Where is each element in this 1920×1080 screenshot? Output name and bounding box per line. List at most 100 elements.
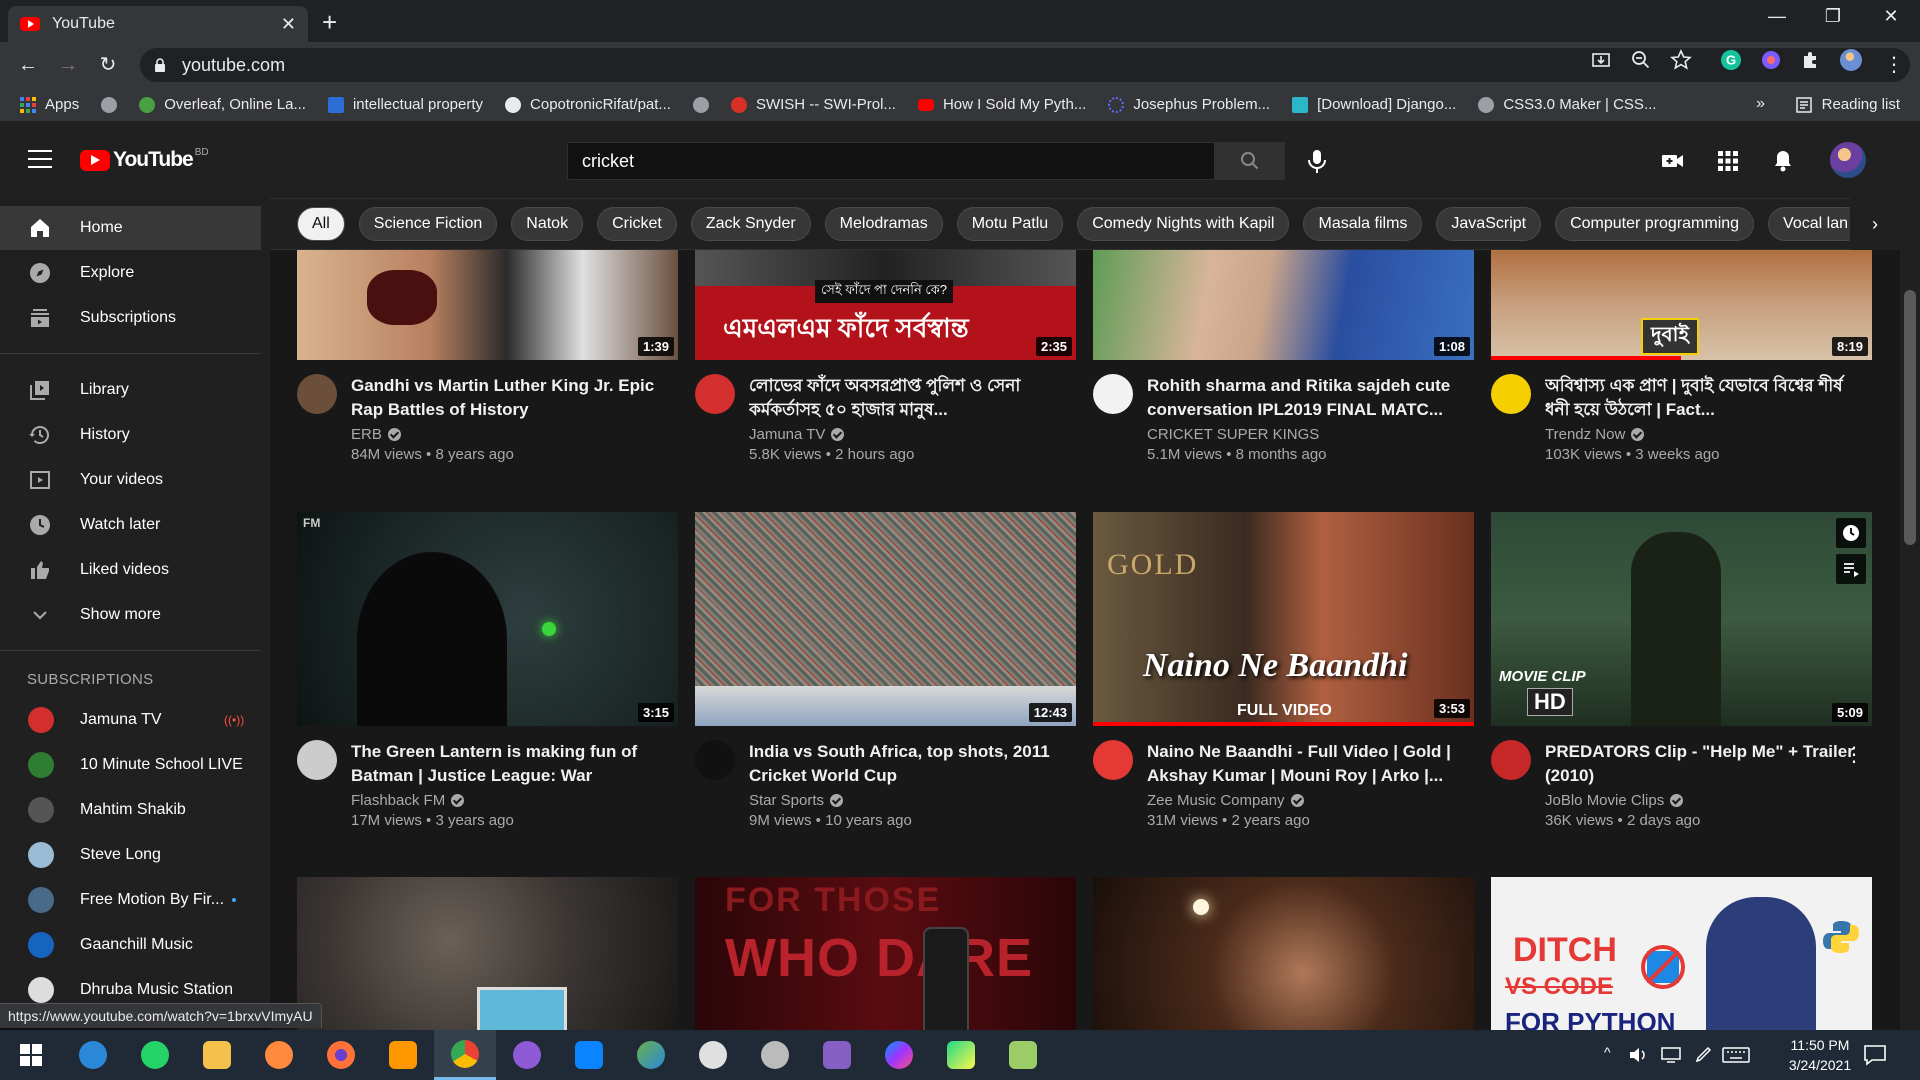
watch-later-icon[interactable]	[1836, 518, 1866, 548]
forward-icon[interactable]: →	[54, 51, 82, 79]
sidebar-sub-mahtim-shakib[interactable]: Mahtim Shakib	[0, 788, 261, 832]
edge-app[interactable]	[62, 1030, 124, 1080]
install-app-icon[interactable]	[1590, 49, 1612, 71]
chip-javascript[interactable]: JavaScript	[1436, 207, 1542, 241]
bookmark-apps[interactable]: Apps	[20, 96, 79, 113]
chip-computer-programming[interactable]: Computer programming	[1555, 207, 1755, 241]
browser-tab[interactable]: YouTube ✕	[8, 6, 308, 42]
bookmark-star-icon[interactable]	[1670, 49, 1692, 71]
chip-vocal-lan[interactable]: Vocal lan	[1768, 207, 1863, 241]
chip-cricket[interactable]: Cricket	[597, 207, 677, 241]
video-title[interactable]: অবিশ্বাস্য এক প্রাণ | দুবাই যেভাবে বিশ্ব…	[1545, 374, 1863, 422]
video-thumbnail[interactable]: 1:39	[297, 250, 678, 360]
chip-natok[interactable]: Natok	[511, 207, 584, 241]
video-thumbnail[interactable]: GOLD Naino Ne Baandhi FULL VIDEO 3:53	[1093, 512, 1474, 726]
bookmark-overleaf[interactable]: Overleaf, Online La...	[139, 96, 306, 113]
zoom-icon[interactable]	[1630, 49, 1652, 71]
chrome-menu-icon[interactable]: ⋮	[1880, 51, 1908, 79]
video-thumbnail[interactable]	[1093, 877, 1474, 1030]
chip-melodramas[interactable]: Melodramas	[824, 207, 943, 241]
extensions-puzzle-icon[interactable]	[1800, 49, 1822, 71]
network-icon[interactable]	[1660, 1046, 1682, 1064]
paint-app[interactable]	[682, 1030, 744, 1080]
page-scrollbar[interactable]	[1900, 122, 1920, 1030]
sidebar-sub-free-motion[interactable]: Free Motion By Fir...	[0, 878, 261, 922]
maps-app[interactable]	[620, 1030, 682, 1080]
keyboard-icon[interactable]	[1722, 1046, 1750, 1064]
file-explorer-app[interactable]	[186, 1030, 248, 1080]
start-button[interactable]	[0, 1030, 62, 1080]
chevron-right-icon[interactable]: ›	[1850, 198, 1900, 250]
firefox-app[interactable]	[310, 1030, 372, 1080]
bookmark-github[interactable]: CopotronicRifat/pat...	[505, 96, 671, 113]
sidebar-sub-gaanchill-music[interactable]: Gaanchill Music	[0, 923, 261, 967]
video-thumbnail[interactable]: FM 3:15	[297, 512, 678, 726]
add-to-queue-icon[interactable]	[1836, 554, 1866, 584]
sidebar-item-show-more[interactable]: Show more	[0, 593, 261, 637]
github-desktop-app[interactable]	[496, 1030, 558, 1080]
channel-name[interactable]: ERB	[351, 426, 401, 443]
visual-studio-app[interactable]	[806, 1030, 868, 1080]
channel-avatar[interactable]	[297, 740, 337, 780]
brave-app[interactable]	[248, 1030, 310, 1080]
account-avatar[interactable]	[1830, 142, 1866, 178]
sidebar-sub-10-minute-school[interactable]: 10 Minute School LIVE	[0, 743, 261, 787]
channel-name[interactable]: Zee Music Company	[1147, 792, 1304, 809]
video-title[interactable]: Rohith sharma and Ritika sajdeh cute con…	[1147, 374, 1465, 422]
sidebar-item-watch-later[interactable]: Watch later	[0, 503, 261, 547]
chip-comedy-nights[interactable]: Comedy Nights with Kapil	[1077, 207, 1290, 241]
video-title[interactable]: Naino Ne Baandhi - Full Video | Gold | A…	[1147, 740, 1465, 788]
minimize-icon[interactable]: —	[1754, 6, 1800, 27]
back-icon[interactable]: ←	[14, 51, 42, 79]
video-title[interactable]: The Green Lantern is making fun of Batma…	[351, 740, 669, 788]
youtube-logo[interactable]: YouTube BD	[80, 147, 209, 172]
video-thumbnail[interactable]: DITCH VS CODE FOR PYTHON	[1491, 877, 1872, 1030]
scrollbar-thumb[interactable]	[1904, 290, 1916, 545]
notifications-bell-icon[interactable]	[1770, 148, 1796, 174]
video-thumbnail[interactable]: সেই ফাঁদে পা দেননি কে? এমএলএম ফাঁদে সর্ব…	[695, 250, 1076, 360]
bookmark-django[interactable]: [Download] Django...	[1292, 96, 1456, 113]
channel-name[interactable]: Trendz Now	[1545, 426, 1645, 443]
video-title[interactable]: India vs South Africa, top shots, 2011 C…	[749, 740, 1067, 788]
inkscape-app[interactable]	[744, 1030, 806, 1080]
video-thumbnail[interactable]: 12:43	[695, 512, 1076, 726]
chrome-app[interactable]	[434, 1030, 496, 1080]
search-input[interactable]: cricket	[567, 142, 1215, 180]
bookmark-globe[interactable]	[101, 96, 118, 113]
channel-avatar[interactable]	[1093, 740, 1133, 780]
bookmark-josephus[interactable]: Josephus Problem...	[1108, 96, 1270, 113]
sidebar-item-history[interactable]: History	[0, 413, 261, 457]
pen-icon[interactable]	[1694, 1044, 1714, 1064]
channel-avatar[interactable]	[695, 740, 735, 780]
bookmark-swish[interactable]: SWISH -- SWI-Prol...	[730, 96, 896, 113]
chip-all[interactable]: All	[297, 207, 345, 241]
channel-name[interactable]: JoBlo Movie Clips	[1545, 792, 1684, 809]
bookmark-css-maker[interactable]: CSS3.0 Maker | CSS...	[1478, 96, 1656, 113]
chip-zack-snyder[interactable]: Zack Snyder	[690, 207, 811, 241]
channel-name[interactable]: CRICKET SUPER KINGS	[1147, 426, 1319, 443]
chip-science-fiction[interactable]: Science Fiction	[358, 207, 498, 241]
sidebar-item-explore[interactable]: Explore	[0, 251, 261, 295]
extension-icon[interactable]	[1760, 49, 1782, 71]
pycharm-app[interactable]	[930, 1030, 992, 1080]
notification-center-icon[interactable]	[1862, 1042, 1888, 1068]
chip-masala-films[interactable]: Masala films	[1303, 207, 1423, 241]
channel-avatar[interactable]	[695, 374, 735, 414]
sublime-app[interactable]	[372, 1030, 434, 1080]
sidebar-sub-jamuna-tv[interactable]: Jamuna TV ((•))	[0, 698, 261, 742]
video-title[interactable]: PREDATORS Clip - "Help Me" + Trailer (20…	[1545, 740, 1863, 788]
reading-list-button[interactable]: Reading list	[1795, 96, 1900, 113]
create-video-icon[interactable]	[1660, 148, 1686, 174]
messenger-app[interactable]	[868, 1030, 930, 1080]
sidebar-item-subscriptions[interactable]: Subscriptions	[0, 296, 261, 340]
profile-avatar-icon[interactable]	[1840, 49, 1862, 71]
channel-name[interactable]: Star Sports	[749, 792, 844, 809]
bookmark-youtube[interactable]: How I Sold My Pyth...	[917, 96, 1086, 113]
chip-motu-patlu[interactable]: Motu Patlu	[956, 207, 1064, 241]
video-thumbnail[interactable]: FOR THOSE WHO DARE	[695, 877, 1076, 1030]
video-thumbnail[interactable]	[297, 877, 678, 1030]
sidebar-item-your-videos[interactable]: Your videos	[0, 458, 261, 502]
channel-avatar[interactable]	[1093, 374, 1133, 414]
channel-avatar[interactable]	[1491, 740, 1531, 780]
tab-close-icon[interactable]: ✕	[281, 14, 296, 35]
